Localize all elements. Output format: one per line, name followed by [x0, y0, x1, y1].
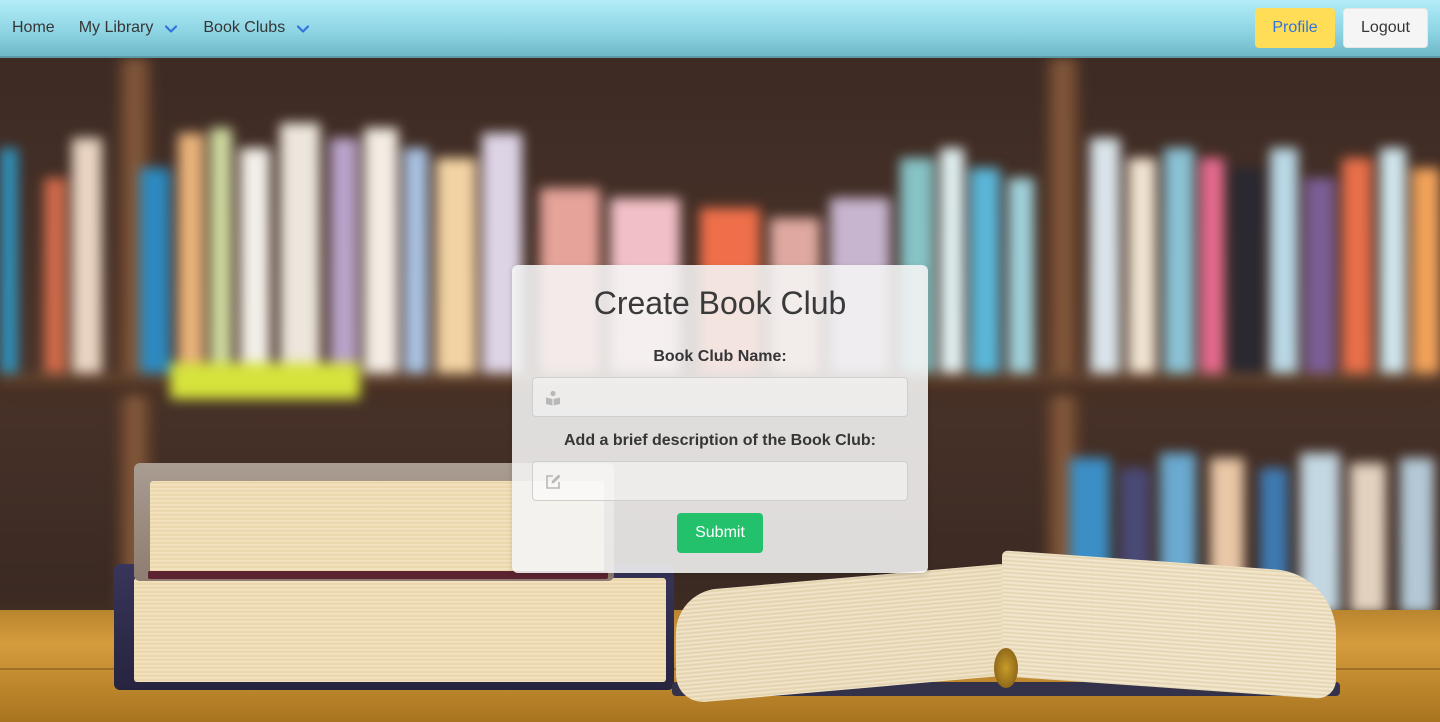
logout-button-label: Logout [1361, 19, 1410, 36]
nav-home-link[interactable]: Home [0, 0, 67, 57]
book-club-description-input[interactable] [533, 462, 907, 500]
top-navbar: Home My Library Book Clubs Profile Logou… [0, 0, 1440, 58]
create-book-club-form: Create Book Club Book Club Name: Add a b… [512, 265, 928, 573]
stacked-book-bottom [114, 564, 674, 690]
nav-my-library-dropdown[interactable]: My Library [67, 0, 192, 57]
nav-my-library-label: My Library [78, 19, 154, 36]
logout-button[interactable]: Logout [1343, 8, 1428, 48]
form-title: Create Book Club [593, 285, 847, 321]
nav-right-buttons: Profile Logout [1255, 8, 1428, 48]
book-club-name-label: Book Club Name: [653, 348, 787, 365]
chevron-down-icon [297, 25, 310, 33]
book-club-name-field [532, 377, 908, 417]
open-book [672, 550, 1342, 705]
nav-home-label: Home [12, 19, 55, 36]
profile-button[interactable]: Profile [1255, 8, 1335, 48]
submit-button[interactable]: Submit [677, 513, 763, 553]
chevron-down-icon [165, 25, 178, 33]
nav-book-clubs-dropdown[interactable]: Book Clubs [191, 0, 323, 57]
nav-book-clubs-label: Book Clubs [203, 19, 286, 36]
book-club-description-field [532, 461, 908, 501]
book-club-description-label: Add a brief description of the Book Club… [564, 432, 876, 449]
book-club-name-input[interactable] [533, 378, 907, 416]
profile-button-label: Profile [1272, 19, 1318, 36]
